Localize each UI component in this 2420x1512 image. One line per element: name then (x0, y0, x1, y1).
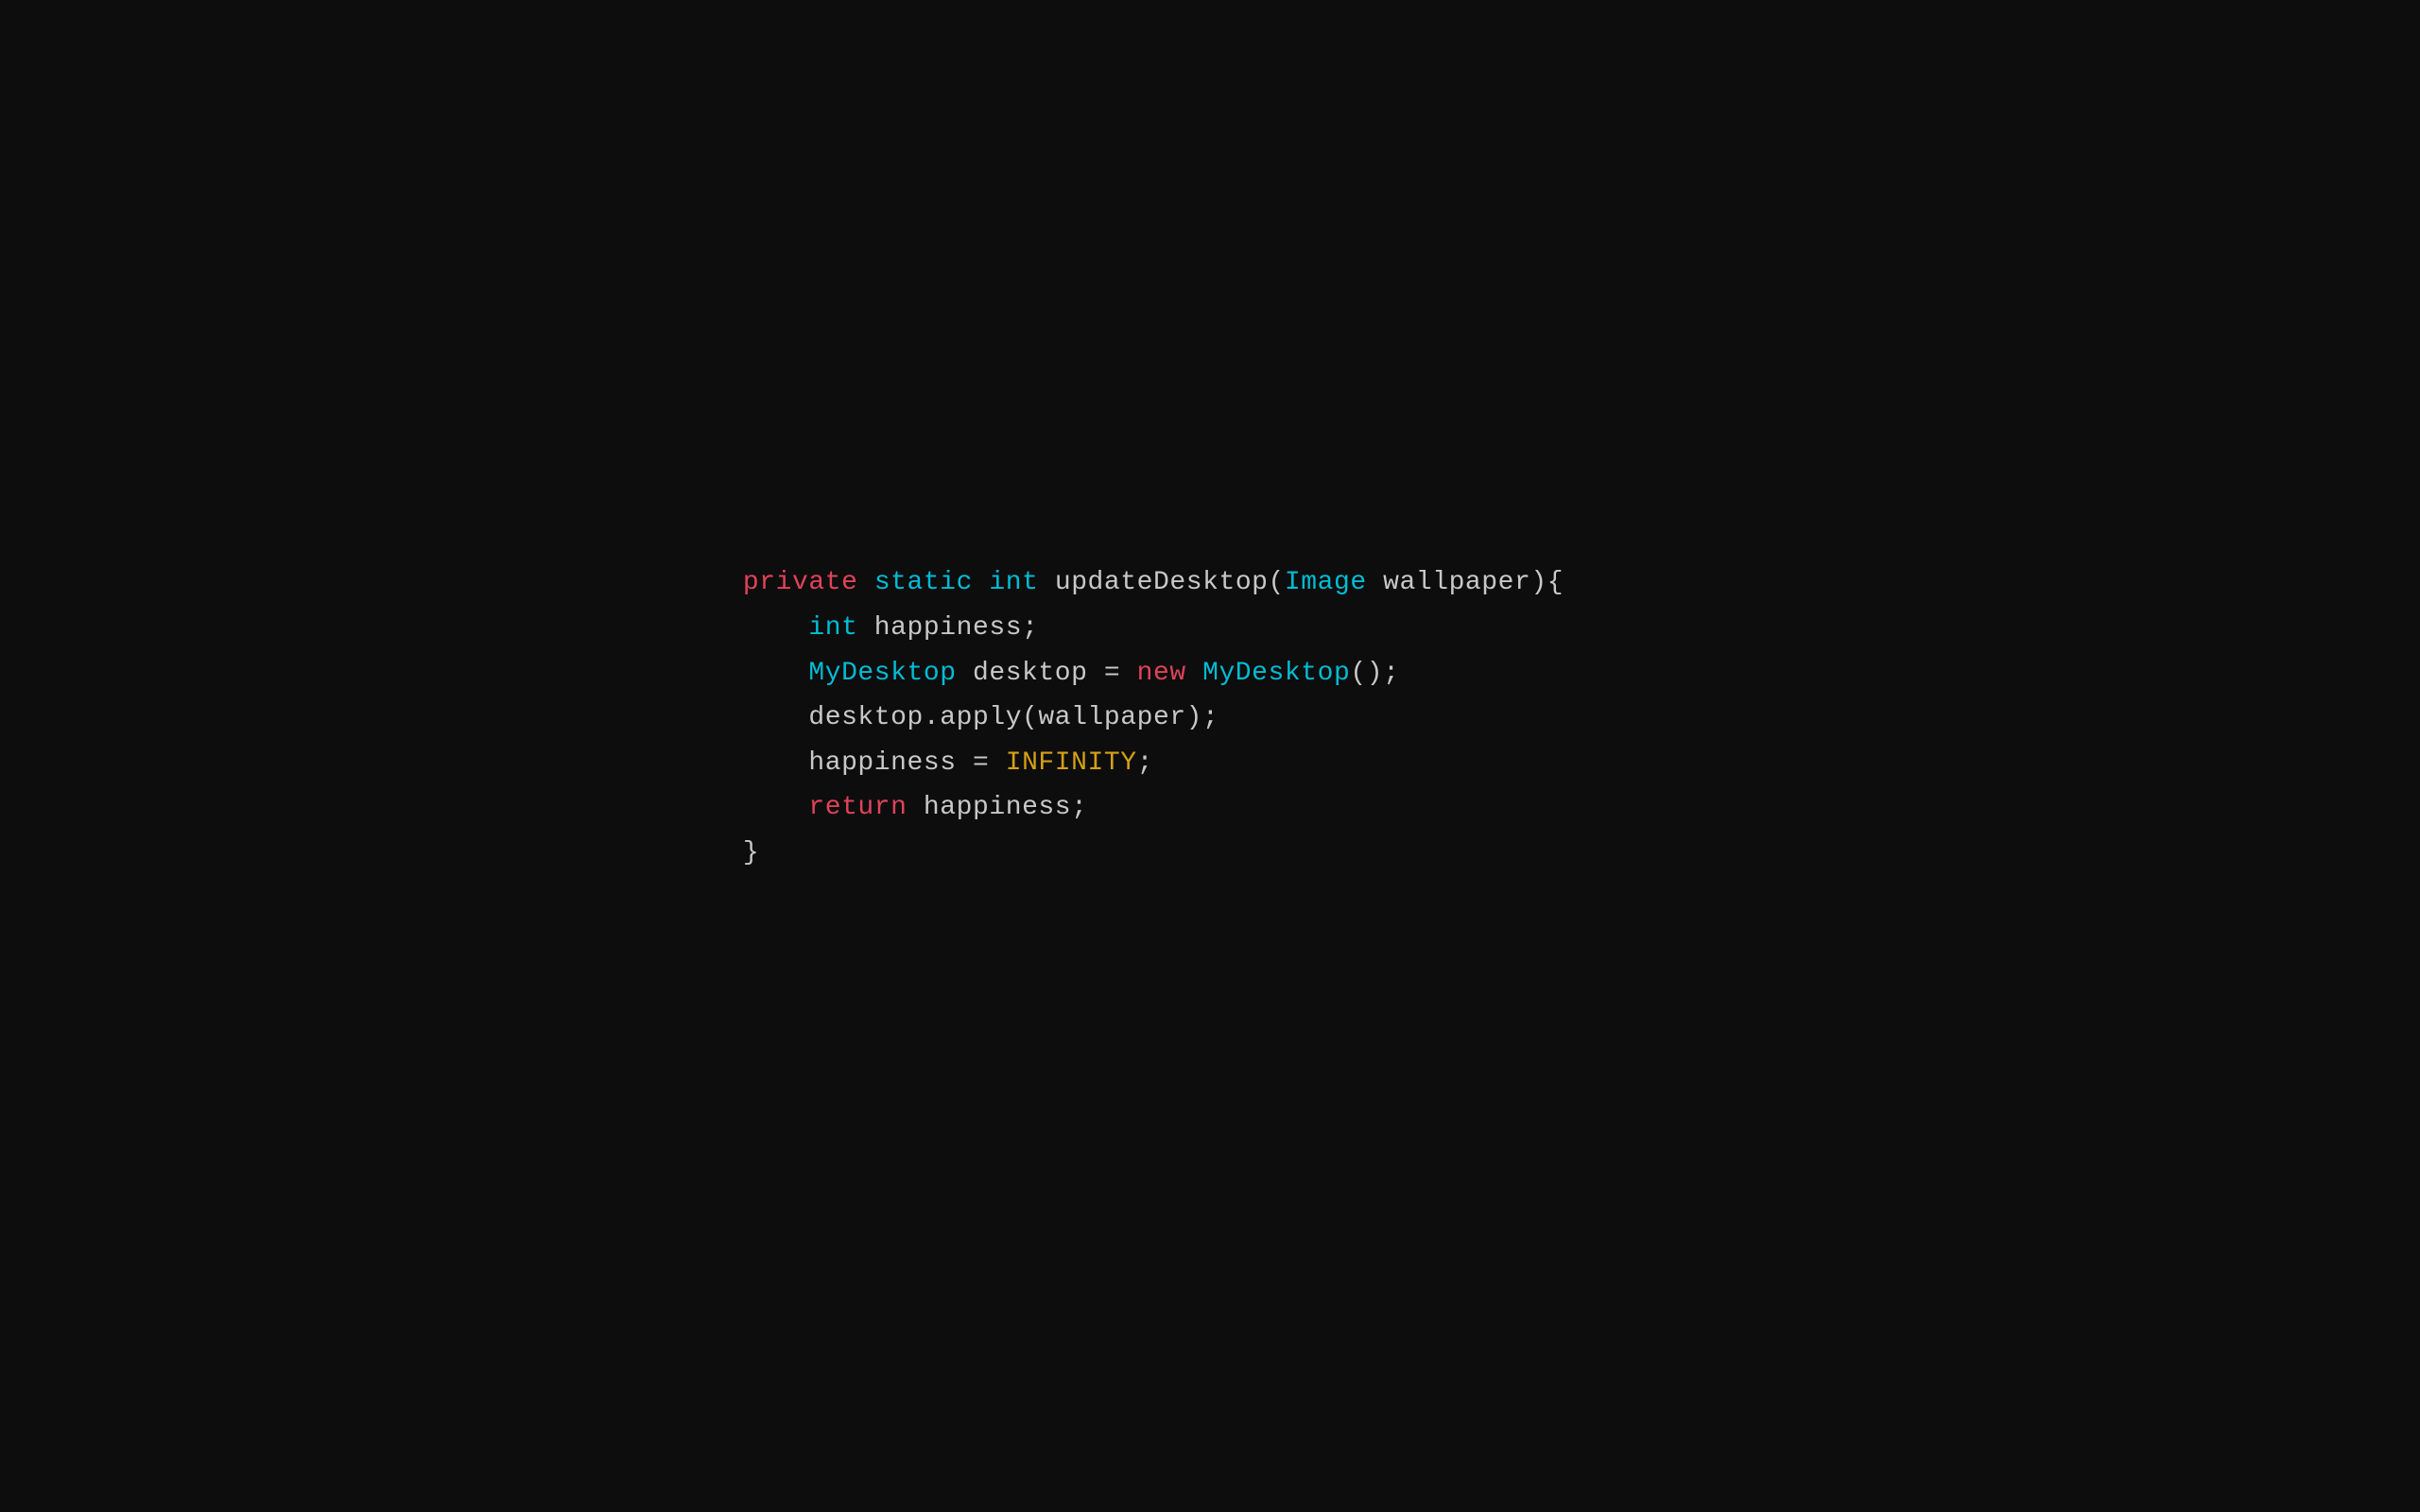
code-line-2: int happiness; (743, 606, 1564, 651)
code-line-1: private static int updateDesktop(Image w… (743, 560, 1564, 606)
code-line-7: } (743, 831, 1564, 876)
code-line-3: MyDesktop desktop = new MyDesktop(); (743, 651, 1564, 696)
code-line-5: happiness = INFINITY; (743, 741, 1564, 786)
code-line-6: return happiness; (743, 785, 1564, 831)
code-display: private static int updateDesktop(Image w… (743, 560, 1564, 875)
code-line-4: desktop.apply(wallpaper); (743, 696, 1564, 741)
